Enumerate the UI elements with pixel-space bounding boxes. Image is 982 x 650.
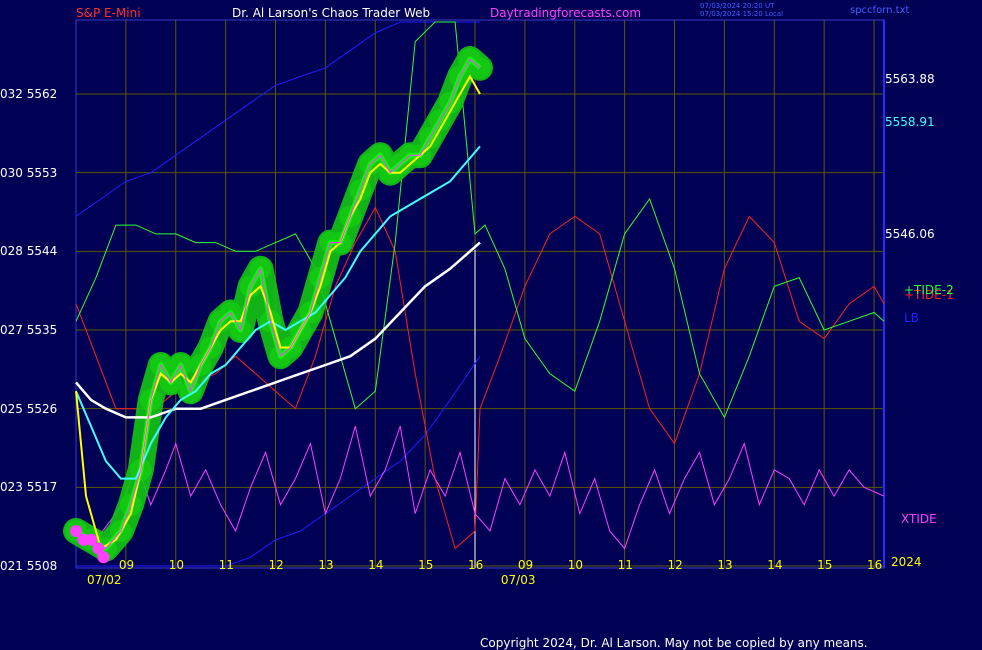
right-price-label-0: 5563.88 bbox=[885, 71, 935, 86]
x-date-label-1: 07/03 bbox=[500, 573, 536, 587]
x-tick-label-7: 16 bbox=[468, 558, 484, 572]
upper-band-line bbox=[75, 21, 480, 217]
x-tick-label-8: 09 bbox=[517, 558, 534, 572]
right-price-label-2: 5546.06 bbox=[885, 227, 935, 242]
x-tick-label-1: 10 bbox=[168, 558, 185, 572]
x-tick-label-0: 09 bbox=[118, 558, 135, 572]
x-tick-label-10: 11 bbox=[617, 558, 633, 572]
y-tick-label-3: 027 5535 bbox=[0, 323, 58, 337]
x-tick-label-14: 15 bbox=[817, 558, 833, 572]
indicator-label-1: +TIDE-2 bbox=[904, 283, 954, 297]
x-tick-label-12: 13 bbox=[717, 558, 733, 572]
right-price-label-1: 5558.91 bbox=[885, 115, 935, 129]
indicator-label-3: XTIDE bbox=[901, 512, 937, 526]
x-date-label-0: 07/02 bbox=[86, 573, 122, 587]
x-tick-label-5: 14 bbox=[368, 558, 384, 572]
x-tick-label-13: 14 bbox=[767, 558, 783, 572]
y-tick-label-1: 030 5553 bbox=[0, 165, 58, 180]
x-tick-label-15: 16 bbox=[867, 558, 883, 572]
start-marker-4 bbox=[97, 551, 110, 564]
x-tick-label-4: 13 bbox=[318, 558, 334, 572]
price-chart bbox=[63, 19, 885, 569]
x-tick-label-3: 12 bbox=[268, 558, 284, 572]
indicator-label-2: LB bbox=[904, 311, 919, 325]
chart-window: S&P E-Mini Dr. Al Larson's Chaos Trader … bbox=[0, 0, 982, 650]
x-tick-label-6: 15 bbox=[418, 558, 434, 572]
y-tick-label-4: 025 5526 bbox=[0, 401, 58, 416]
plot-frame bbox=[75, 19, 885, 569]
x-tick-label-11: 12 bbox=[667, 558, 683, 572]
indicator-label-4: 2024 bbox=[891, 555, 922, 569]
y-tick-label-5: 023 5517 bbox=[0, 480, 58, 495]
copyright: Copyright 2024, Dr. Al Larson. May not b… bbox=[480, 636, 868, 650]
y-tick-label-6: 021 5508 bbox=[0, 559, 58, 573]
y-tick-label-0: 032 5562 bbox=[0, 87, 58, 101]
x-tick-label-2: 11 bbox=[218, 558, 234, 572]
x-tick-label-9: 10 bbox=[567, 558, 584, 572]
y-tick-label-2: 028 5544 bbox=[0, 244, 58, 259]
